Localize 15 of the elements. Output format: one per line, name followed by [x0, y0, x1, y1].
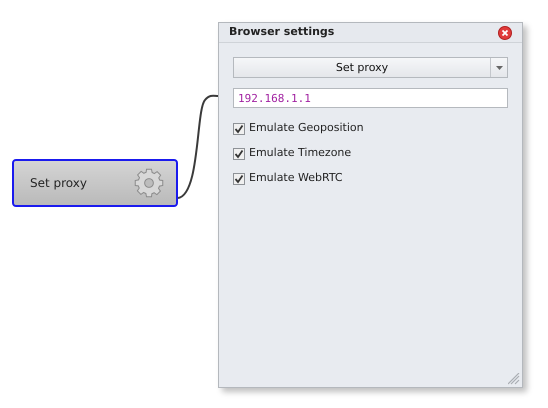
- checkbox[interactable]: [233, 172, 245, 184]
- gear-icon: [134, 168, 164, 198]
- panel-title: Browser settings: [229, 24, 334, 40]
- close-icon[interactable]: [498, 26, 512, 40]
- checkbox[interactable]: [233, 122, 245, 134]
- node-label: Set proxy: [30, 175, 87, 192]
- option-label: Emulate Timezone: [249, 145, 352, 162]
- action-node[interactable]: Set proxy: [12, 159, 178, 207]
- resize-grip-icon[interactable]: [508, 373, 520, 385]
- caret-icon: [496, 66, 502, 70]
- checkbox[interactable]: [233, 148, 245, 160]
- address-field[interactable]: 192.168.1.1: [233, 88, 508, 108]
- option-label: Emulate WebRTC: [249, 170, 343, 186]
- option-label: Emulate Geoposition: [249, 120, 364, 136]
- proxy-dropdown[interactable]: Set proxy: [233, 57, 508, 78]
